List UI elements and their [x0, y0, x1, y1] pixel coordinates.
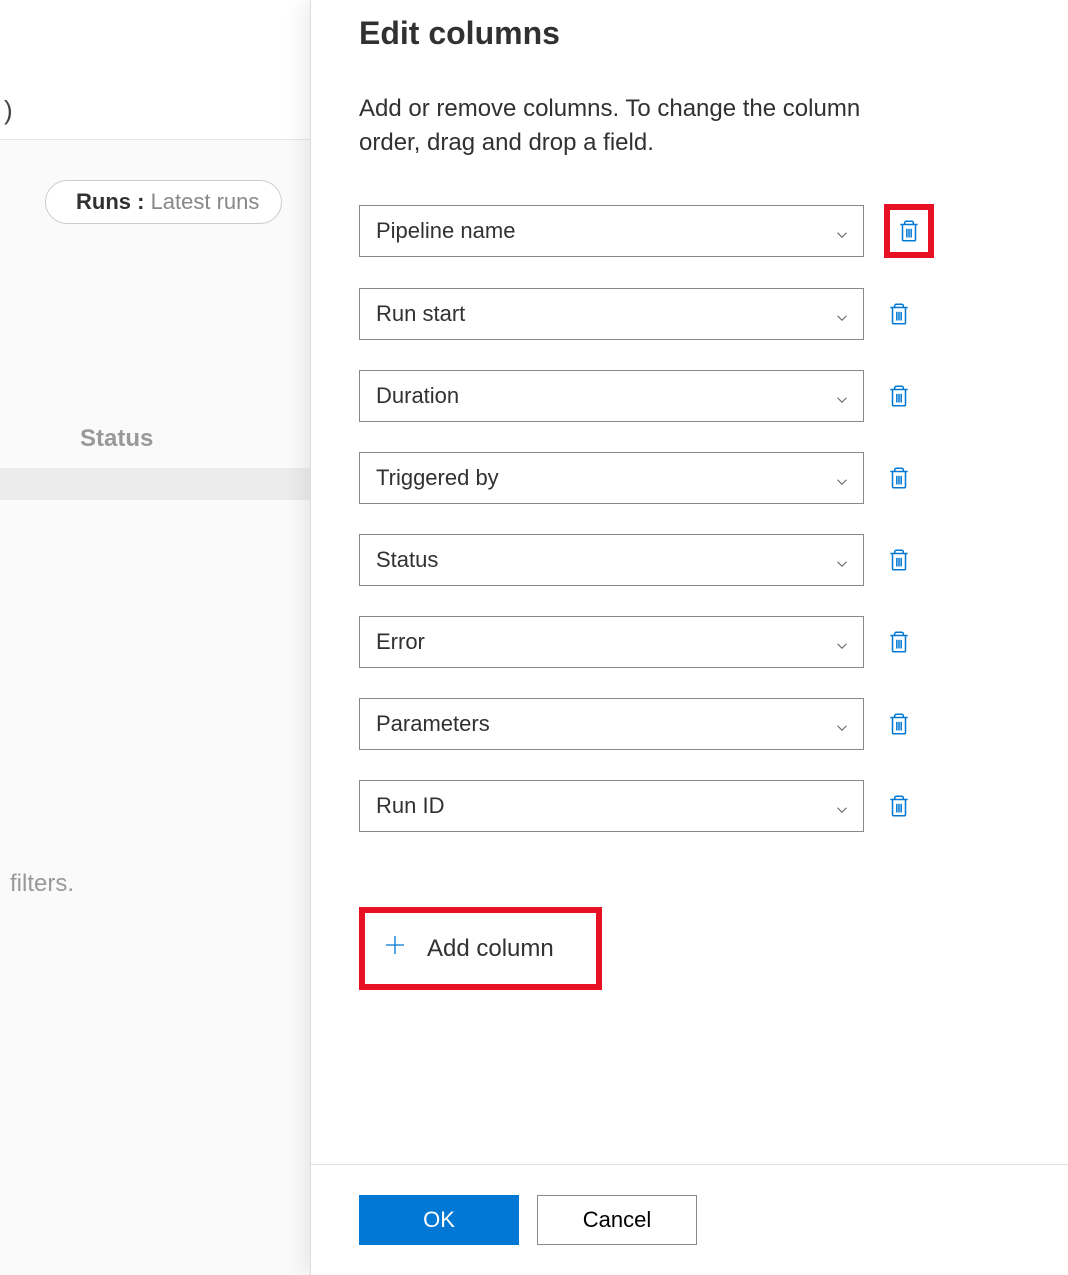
- column-row: Duration: [359, 370, 1020, 422]
- panel-footer: OK Cancel: [311, 1164, 1068, 1275]
- delete-column-button[interactable]: [884, 545, 914, 575]
- chevron-down-icon: [833, 799, 847, 813]
- column-select-label: Pipeline name: [376, 218, 515, 244]
- chevron-down-icon: [833, 717, 847, 731]
- delete-column-button[interactable]: [884, 791, 914, 821]
- column-row: Error: [359, 616, 1020, 668]
- delete-column-button[interactable]: [884, 463, 914, 493]
- column-select-label: Run ID: [376, 793, 444, 819]
- column-row: Pipeline name: [359, 204, 1020, 258]
- delete-column-button[interactable]: [884, 381, 914, 411]
- column-select[interactable]: Parameters: [359, 698, 864, 750]
- runs-filter-chip[interactable]: Runs : Latest runs: [45, 180, 282, 224]
- column-row: Status: [359, 534, 1020, 586]
- chip-value: Latest runs: [144, 189, 259, 214]
- chevron-down-icon: [833, 307, 847, 321]
- column-select[interactable]: Status: [359, 534, 864, 586]
- panel-description: Add or remove columns. To change the col…: [359, 92, 919, 159]
- background-paren: ): [4, 95, 13, 126]
- chevron-down-icon: [833, 389, 847, 403]
- background-layer: ) Runs : Latest runs Status filters.: [0, 0, 310, 1275]
- column-row: Parameters: [359, 698, 1020, 750]
- edit-columns-panel: Edit columns Add or remove columns. To c…: [310, 0, 1068, 1275]
- delete-column-button[interactable]: [884, 299, 914, 329]
- panel-title: Edit columns: [359, 15, 1020, 52]
- chevron-down-icon: [833, 635, 847, 649]
- status-column-header: Status: [80, 425, 153, 453]
- delete-column-button[interactable]: [884, 627, 914, 657]
- add-column-label: Add column: [427, 935, 554, 963]
- background-top-bar: ): [0, 0, 310, 140]
- ok-button[interactable]: OK: [359, 1195, 519, 1245]
- panel-body: Edit columns Add or remove columns. To c…: [311, 0, 1068, 1164]
- cancel-button[interactable]: Cancel: [537, 1195, 697, 1245]
- chevron-down-icon: [833, 553, 847, 567]
- column-select-label: Status: [376, 547, 438, 573]
- chevron-down-icon: [833, 224, 847, 238]
- column-select[interactable]: Error: [359, 616, 864, 668]
- delete-column-button[interactable]: [884, 709, 914, 739]
- delete-highlight: [884, 204, 934, 258]
- background-row: [0, 468, 310, 500]
- add-column-button[interactable]: Add column: [367, 915, 594, 982]
- filters-text: filters.: [10, 870, 74, 898]
- column-select[interactable]: Triggered by: [359, 452, 864, 504]
- delete-column-button[interactable]: [894, 216, 924, 246]
- column-select[interactable]: Run start: [359, 288, 864, 340]
- ok-label: OK: [423, 1207, 455, 1233]
- cancel-label: Cancel: [583, 1207, 651, 1233]
- column-select[interactable]: Run ID: [359, 780, 864, 832]
- column-select-label: Run start: [376, 301, 465, 327]
- column-select[interactable]: Pipeline name: [359, 205, 864, 257]
- chip-label: Runs :: [76, 189, 144, 214]
- chevron-down-icon: [833, 471, 847, 485]
- column-row: Triggered by: [359, 452, 1020, 504]
- column-select-label: Duration: [376, 383, 459, 409]
- column-select-label: Error: [376, 629, 425, 655]
- column-row: Run ID: [359, 780, 1020, 832]
- column-select-label: Triggered by: [376, 465, 499, 491]
- add-column-highlight: Add column: [359, 907, 602, 990]
- plus-icon: [383, 933, 407, 964]
- column-row: Run start: [359, 288, 1020, 340]
- column-select-label: Parameters: [376, 711, 490, 737]
- column-select[interactable]: Duration: [359, 370, 864, 422]
